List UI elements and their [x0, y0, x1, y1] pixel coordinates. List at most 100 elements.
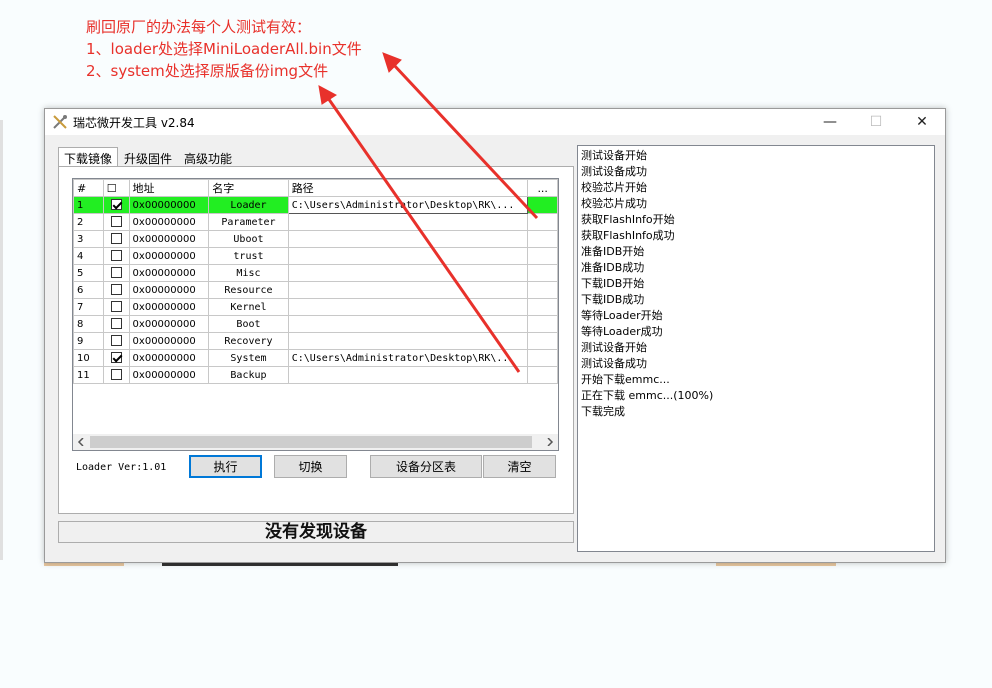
minimize-button[interactable]: — — [807, 109, 853, 135]
row-browse[interactable] — [527, 298, 558, 316]
row-address[interactable]: 0x00000000 — [128, 281, 210, 299]
row-path[interactable] — [287, 247, 529, 265]
row-name: Uboot — [208, 230, 289, 248]
status-bar: 没有发现设备 — [58, 521, 574, 543]
row-checkbox[interactable] — [110, 335, 122, 347]
row-checkbox[interactable] — [110, 318, 122, 330]
row-path[interactable] — [287, 213, 529, 231]
log-line: 测试设备成功 — [581, 165, 647, 178]
row-address[interactable]: 0x00000000 — [128, 315, 210, 333]
row-name: Kernel — [208, 298, 289, 316]
row-address[interactable]: 0x00000000 — [128, 264, 210, 282]
row-address[interactable]: 0x00000000 — [128, 366, 210, 384]
table-row[interactable]: 1 0x00000000 Loader C:\Users\Administrator\… — [73, 196, 558, 214]
tools-icon — [52, 114, 68, 130]
column-header-num[interactable]: # — [73, 179, 104, 197]
title-bar[interactable]: 瑞芯微开发工具 v2.84 — ☐ ✕ — [45, 109, 945, 135]
column-header-more[interactable]: ... — [527, 179, 558, 197]
log-output[interactable]: 测试设备开始 测试设备成功 校验芯片开始 校验芯片成功 获取FlashInfo开始 获取F… — [577, 145, 935, 552]
row-name: Loader — [208, 196, 289, 214]
row-path[interactable] — [287, 264, 529, 282]
row-browse[interactable] — [527, 230, 558, 248]
row-checkbox-cell — [102, 315, 130, 333]
execute-button[interactable]: 执行 — [189, 455, 262, 478]
row-address[interactable]: 0x00000000 — [128, 196, 210, 214]
row-number: 6 — [73, 281, 104, 299]
row-browse[interactable] — [527, 332, 558, 350]
row-checkbox[interactable] — [110, 216, 122, 228]
window-title: 瑞芯微开发工具 v2.84 — [73, 115, 195, 130]
row-checkbox[interactable] — [110, 267, 122, 279]
close-button[interactable]: ✕ — [899, 109, 945, 135]
clear-button[interactable]: 清空 — [483, 455, 556, 478]
row-path[interactable] — [287, 230, 529, 248]
row-checkbox-cell — [102, 366, 130, 384]
row-checkbox[interactable] — [110, 369, 122, 381]
row-number: 11 — [73, 366, 104, 384]
image-grid: # ☐ 地址 名字 路径 ... 1 0x00000000 Loader C:\Use… — [72, 178, 559, 451]
row-path[interactable]: C:\Users\Administrator\Desktop\RK\... — [287, 196, 529, 214]
row-number: 7 — [73, 298, 104, 316]
column-header-check[interactable]: ☐ — [102, 179, 130, 197]
row-browse[interactable] — [527, 264, 558, 282]
row-path[interactable] — [287, 332, 529, 350]
scrollbar-thumb[interactable] — [90, 436, 532, 448]
row-path[interactable] — [287, 281, 529, 299]
table-row[interactable]: 2 0x00000000 Parameter — [73, 213, 558, 231]
background-strip — [716, 563, 836, 566]
row-address[interactable]: 0x00000000 — [128, 230, 210, 248]
row-path[interactable] — [287, 298, 529, 316]
row-browse[interactable] — [527, 315, 558, 333]
row-path[interactable]: C:\Users\Administrator\Desktop\RK\... — [287, 349, 529, 367]
log-line: 校验芯片成功 — [581, 197, 647, 210]
row-browse[interactable] — [527, 213, 558, 231]
background-strip — [162, 563, 398, 566]
table-row[interactable]: 10 0x00000000 System C:\Users\Administrator… — [73, 349, 558, 367]
row-browse[interactable] — [527, 196, 558, 214]
row-browse[interactable] — [527, 281, 558, 299]
switch-button[interactable]: 切换 — [274, 455, 347, 478]
row-number: 1 — [73, 196, 104, 214]
row-browse[interactable] — [527, 247, 558, 265]
table-row[interactable]: 9 0x00000000 Recovery — [73, 332, 558, 350]
table-row[interactable]: 7 0x00000000 Kernel — [73, 298, 558, 316]
column-header-path[interactable]: 路径 — [287, 179, 529, 197]
table-row[interactable]: 11 0x00000000 Backup — [73, 366, 558, 384]
row-browse[interactable] — [527, 366, 558, 384]
row-checkbox-cell — [102, 298, 130, 316]
row-address[interactable]: 0x00000000 — [128, 213, 210, 231]
row-checkbox[interactable] — [110, 284, 122, 296]
row-address[interactable]: 0x00000000 — [128, 332, 210, 350]
row-name: trust — [208, 247, 289, 265]
row-checkbox[interactable] — [110, 301, 122, 313]
horizontal-scrollbar[interactable] — [73, 434, 558, 450]
table-row[interactable]: 6 0x00000000 Resource — [73, 281, 558, 299]
partition-table-button[interactable]: 设备分区表 — [370, 455, 482, 478]
row-address[interactable]: 0x00000000 — [128, 247, 210, 265]
log-line: 准备IDB成功 — [581, 261, 645, 274]
column-header-address[interactable]: 地址 — [128, 179, 210, 197]
table-row[interactable]: 8 0x00000000 Boot — [73, 315, 558, 333]
table-row[interactable]: 3 0x00000000 Uboot — [73, 230, 558, 248]
row-checkbox[interactable] — [110, 233, 122, 245]
row-checkbox-cell — [102, 230, 130, 248]
row-number: 4 — [73, 247, 104, 265]
chevron-left-icon[interactable] — [73, 434, 89, 450]
column-header-name[interactable]: 名字 — [208, 179, 289, 197]
maximize-button[interactable]: ☐ — [853, 109, 899, 135]
table-row[interactable]: 5 0x00000000 Misc — [73, 264, 558, 282]
row-path[interactable] — [287, 315, 529, 333]
row-checkbox[interactable] — [110, 352, 122, 364]
chevron-right-icon[interactable] — [542, 434, 558, 450]
row-name: Resource — [208, 281, 289, 299]
log-line: 测试设备开始 — [581, 341, 647, 354]
background-strip — [0, 120, 3, 560]
row-checkbox[interactable] — [110, 199, 122, 211]
row-name: Misc — [208, 264, 289, 282]
table-row[interactable]: 4 0x00000000 trust — [73, 247, 558, 265]
row-address[interactable]: 0x00000000 — [128, 298, 210, 316]
row-path[interactable] — [287, 366, 529, 384]
row-address[interactable]: 0x00000000 — [128, 349, 210, 367]
row-browse[interactable] — [527, 349, 558, 367]
row-checkbox[interactable] — [110, 250, 122, 262]
